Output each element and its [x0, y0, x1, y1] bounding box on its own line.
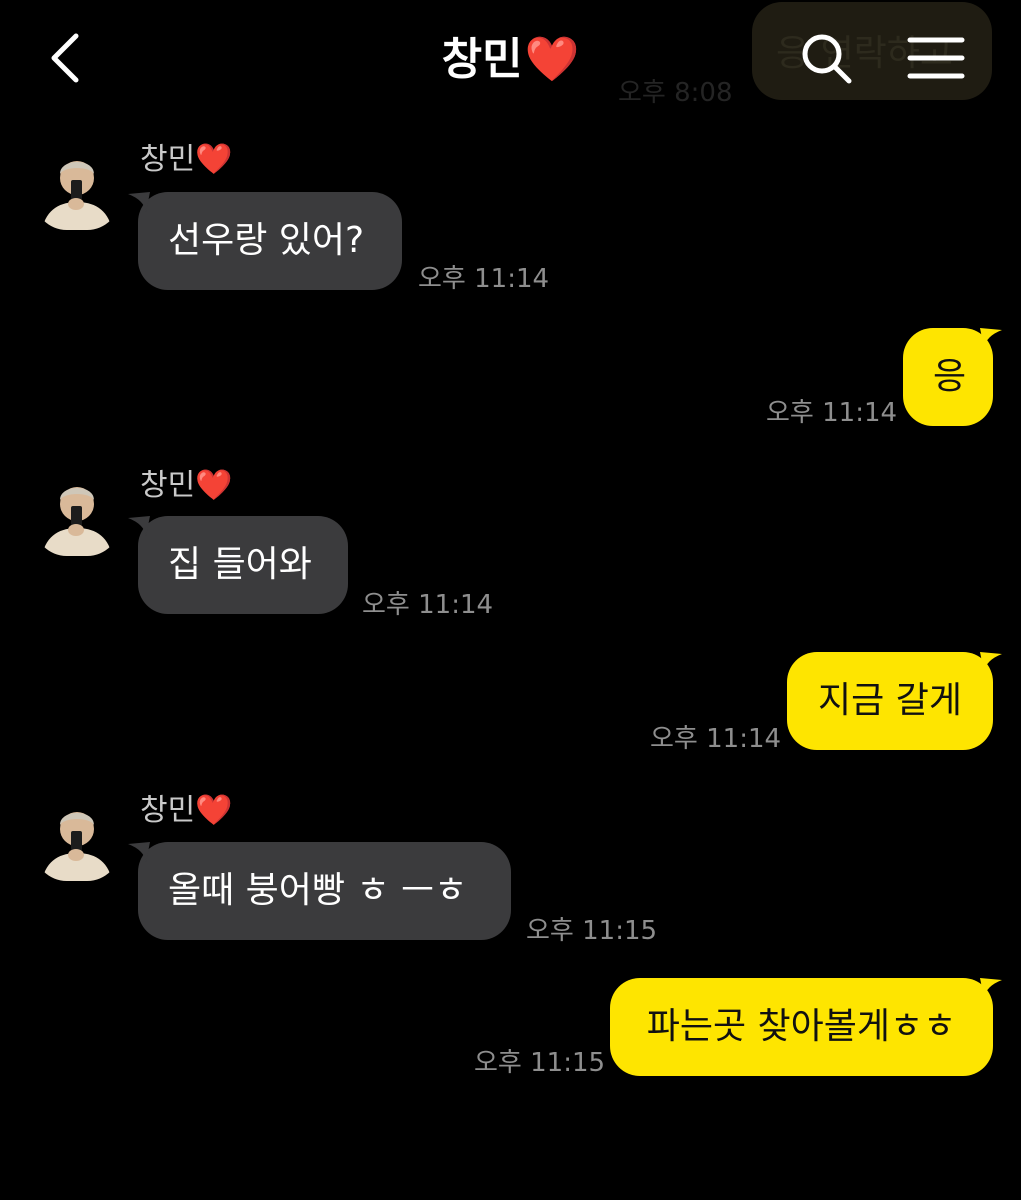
message-time: 오후 11:15 — [474, 1048, 606, 1078]
bubble-tail — [128, 516, 150, 536]
message-text: 지금 갈게 — [818, 680, 962, 721]
outgoing-message-bubble[interactable]: 파는곳 찾아볼게ㅎㅎ — [610, 978, 993, 1076]
chat-title-heart: ❤️ — [524, 34, 580, 85]
message-time: 오후 11:14 — [650, 724, 782, 754]
avatar[interactable] — [34, 144, 120, 230]
bubble-tail — [128, 192, 150, 212]
incoming-message-bubble[interactable]: 올때 붕어빵 ㅎ ㅡㅎ — [138, 842, 511, 940]
message-time: 오후 11:14 — [418, 264, 550, 294]
message-text: 응 — [933, 356, 967, 397]
outgoing-message-bubble[interactable]: 지금 갈게 — [787, 652, 993, 750]
message-text: 선우랑 있어? — [168, 220, 365, 261]
message-time: 오후 11:14 — [766, 398, 898, 428]
sender-name: 창민❤️ — [140, 793, 233, 828]
avatar[interactable] — [34, 795, 120, 881]
message-time: 오후 11:15 — [526, 916, 658, 946]
message-text: 올때 붕어빵 ㅎ ㅡㅎ — [168, 870, 468, 911]
hamburger-menu-icon[interactable] — [906, 34, 966, 82]
chat-title: 창민❤️ — [0, 28, 1021, 92]
avatar[interactable] — [34, 470, 120, 556]
incoming-message-bubble[interactable]: 집 들어와 — [138, 516, 348, 614]
sender-name: 창민❤️ — [140, 468, 233, 503]
chat-title-name: 창민 — [441, 34, 523, 85]
message-time: 오후 11:14 — [362, 590, 494, 620]
search-icon[interactable] — [798, 30, 854, 86]
message-text: 파는곳 찾아볼게ㅎㅎ — [646, 1006, 957, 1047]
bubble-tail — [980, 652, 1002, 672]
bubble-tail — [128, 842, 150, 862]
bubble-tail — [980, 978, 1002, 998]
bubble-tail — [980, 328, 1002, 348]
sender-name: 창민❤️ — [140, 142, 233, 177]
message-text: 집 들어와 — [168, 544, 312, 585]
incoming-message-bubble[interactable]: 선우랑 있어? — [138, 192, 402, 290]
